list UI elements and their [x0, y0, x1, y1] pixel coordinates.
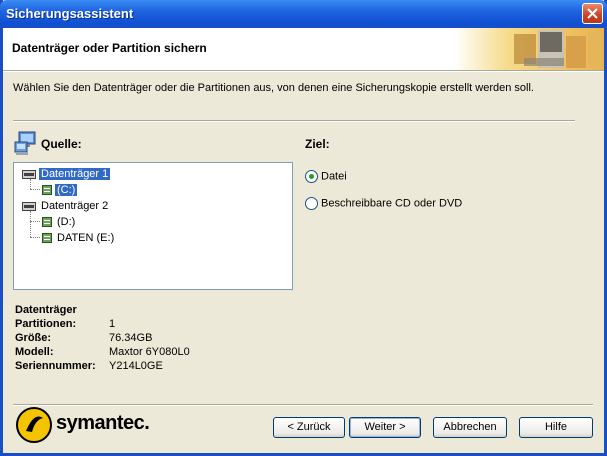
source-label: Quelle: — [41, 137, 82, 151]
info-value: Maxtor 6Y080L0 — [109, 346, 190, 358]
instruction-text: Wählen Sie den Datenträger oder die Part… — [13, 82, 534, 94]
title-bar[interactable]: Sicherungsassistent — [0, 0, 607, 28]
close-icon — [587, 8, 598, 19]
radio-file[interactable]: Datei — [305, 170, 347, 183]
info-value: 76.34GB — [109, 332, 153, 344]
tree-item-label: (D:) — [57, 216, 76, 228]
tree-item-label: (C:) — [53, 183, 79, 197]
radio-unselected-icon[interactable] — [305, 197, 318, 210]
tree-item-partition-e[interactable]: DATEN (E:) — [42, 231, 116, 245]
computer-network-icon — [14, 131, 36, 155]
tree-item-label: Datenträger 2 — [41, 200, 109, 212]
radio-file-label: Datei — [321, 170, 347, 183]
back-button[interactable]: < Zurück — [273, 417, 345, 438]
footer-separator — [13, 404, 593, 406]
page-title: Datenträger oder Partition sichern — [12, 41, 207, 55]
tree-item-label: DATEN (E:) — [57, 232, 115, 244]
tree-item-partition-c[interactable]: (C:) — [42, 183, 79, 197]
partition-icon — [42, 217, 52, 228]
computer-graphic-icon — [454, 28, 604, 70]
content-separator — [13, 120, 575, 122]
destination-label: Ziel: — [305, 137, 330, 151]
header-graphic — [454, 28, 604, 70]
wizard-header: Datenträger oder Partition sichern — [3, 28, 604, 70]
radio-selected-icon[interactable] — [305, 170, 318, 183]
info-key: Seriennummer: — [15, 360, 96, 372]
cancel-button[interactable]: Abbrechen — [433, 417, 507, 438]
source-tree[interactable]: Datenträger 1 (C:) Datenträger 2 (D:) DA… — [13, 162, 293, 290]
tree-item-disk-2[interactable]: Datenträger 2 — [22, 199, 110, 213]
header-separator — [3, 70, 604, 72]
info-key: Modell: — [15, 346, 54, 358]
symantec-logo-icon — [16, 407, 52, 443]
radio-cd-dvd-label: Beschreibbare CD oder DVD — [321, 197, 463, 210]
partition-icon — [42, 233, 52, 244]
radio-cd-dvd[interactable]: Beschreibbare CD oder DVD — [305, 197, 462, 210]
partition-icon — [42, 185, 52, 196]
tree-item-label: Datenträger 1 — [39, 168, 111, 180]
close-button[interactable] — [582, 3, 603, 24]
symantec-logo: symantec. — [56, 412, 150, 434]
help-button[interactable]: Hilfe — [519, 417, 593, 438]
info-value: 1 — [109, 318, 116, 330]
info-value: Y214L0GE — [109, 360, 163, 372]
info-title: Datenträger — [15, 304, 77, 316]
info-key: Partitionen: — [15, 318, 77, 330]
tree-item-partition-d[interactable]: (D:) — [42, 215, 77, 229]
hard-disk-icon — [22, 201, 36, 211]
tree-item-disk-1[interactable]: Datenträger 1 — [22, 167, 111, 181]
next-button[interactable]: Weiter > — [349, 417, 421, 438]
hard-disk-icon — [22, 169, 36, 179]
backup-wizard-window: Sicherungsassistent Datenträger oder Par… — [0, 0, 607, 456]
window-title: Sicherungsassistent — [6, 6, 134, 21]
info-key: Größe: — [15, 332, 52, 344]
